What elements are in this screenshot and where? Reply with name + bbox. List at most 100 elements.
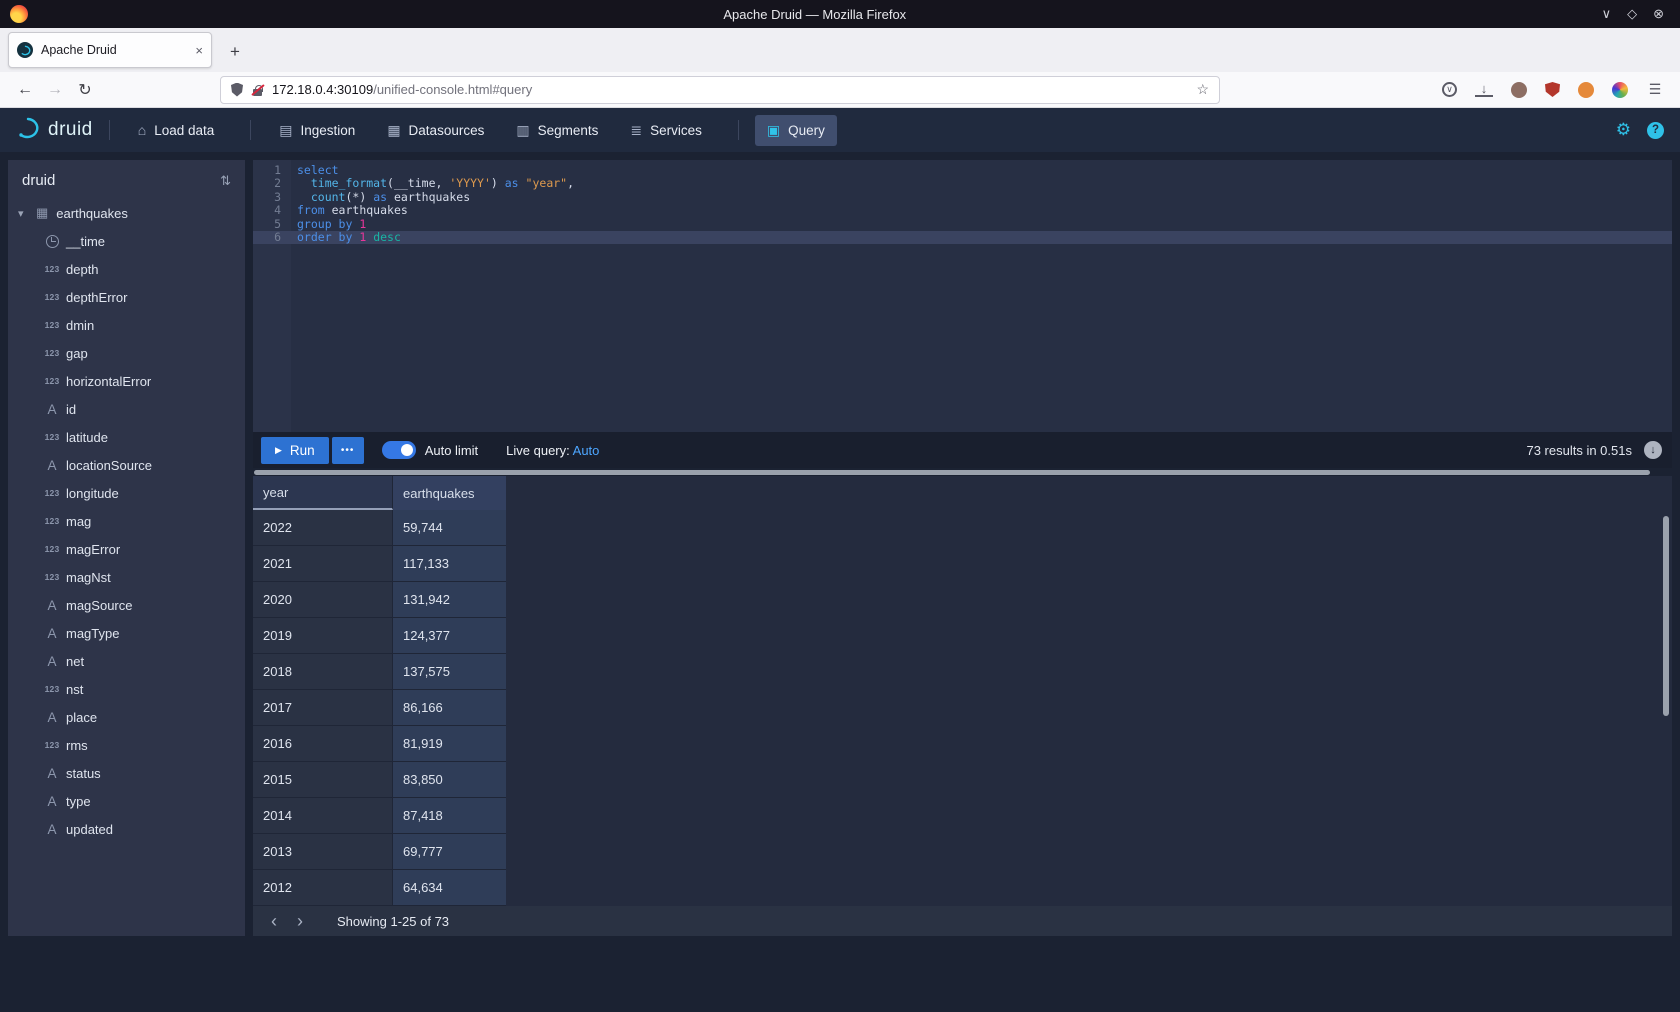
column-item[interactable]: nst: [8, 675, 245, 703]
cell-earthquakes[interactable]: 86,166: [393, 690, 506, 726]
settings-gear-icon[interactable]: ⚙: [1616, 120, 1631, 140]
column-item[interactable]: gap: [8, 339, 245, 367]
tracking-protection-shield-icon[interactable]: [231, 83, 243, 97]
run-more-button[interactable]: •••: [332, 437, 364, 464]
column-item[interactable]: latitude: [8, 423, 245, 451]
code-line[interactable]: 6order by 1 desc: [253, 231, 1672, 244]
column-item[interactable]: type: [8, 787, 245, 815]
cell-year[interactable]: 2016: [253, 726, 393, 762]
code-line[interactable]: 2 time_format(__time, 'YYYY') as "year",: [253, 177, 1672, 190]
cell-year[interactable]: 2018: [253, 654, 393, 690]
run-button[interactable]: ▶ Run: [261, 437, 329, 464]
reload-button[interactable]: ↻: [70, 80, 100, 100]
browser-tab[interactable]: Apache Druid ×: [8, 32, 212, 68]
cell-year[interactable]: 2012: [253, 870, 393, 906]
column-item[interactable]: magError: [8, 535, 245, 563]
cell-year[interactable]: 2015: [253, 762, 393, 798]
window-maximize-button[interactable]: ◇: [1627, 6, 1637, 22]
auto-limit-toggle[interactable]: [382, 441, 416, 459]
column-item[interactable]: magType: [8, 619, 245, 647]
column-name: nst: [66, 682, 83, 697]
column-type-icon: [40, 479, 64, 507]
vertical-scrollbar[interactable]: [1663, 516, 1669, 716]
datasource-name: earthquakes: [56, 206, 128, 221]
datasource-item[interactable]: ▾ ▦ earthquakes: [8, 199, 245, 227]
cell-year[interactable]: 2021: [253, 546, 393, 582]
column-item[interactable]: magSource: [8, 591, 245, 619]
cell-earthquakes[interactable]: 117,133: [393, 546, 506, 582]
window-minimize-button[interactable]: ∨: [1602, 6, 1612, 22]
cell-earthquakes[interactable]: 64,634: [393, 870, 506, 906]
cell-earthquakes[interactable]: 69,777: [393, 834, 506, 870]
download-results-icon[interactable]: ↓: [1644, 441, 1662, 459]
cell-year[interactable]: 2019: [253, 618, 393, 654]
nav-load-data[interactable]: ⌂ Load data: [126, 115, 227, 145]
help-icon[interactable]: ?: [1647, 122, 1664, 139]
url-bar[interactable]: 172.18.0.4:30109/unified-console.html#qu…: [220, 76, 1220, 104]
next-page-button[interactable]: ›: [287, 908, 313, 934]
cell-year[interactable]: 2020: [253, 582, 393, 618]
code-line[interactable]: 5group by 1: [253, 218, 1672, 231]
cell-earthquakes[interactable]: 59,744: [393, 510, 506, 546]
ublock-extension-icon[interactable]: [1545, 82, 1560, 97]
nav-ingestion[interactable]: ▤ Ingestion: [267, 115, 367, 146]
code-line[interactable]: 3 count(*) as earthquakes: [253, 191, 1672, 204]
column-item[interactable]: dmin: [8, 311, 245, 339]
column-item[interactable]: depthError: [8, 283, 245, 311]
scrollbar-thumb[interactable]: [254, 470, 1650, 475]
column-header-earthquakes[interactable]: earthquakes: [393, 476, 506, 510]
druid-logo[interactable]: druid: [16, 116, 93, 145]
column-name: depthError: [66, 290, 127, 305]
nav-query[interactable]: ▣ Query: [755, 115, 837, 146]
cell-earthquakes[interactable]: 83,850: [393, 762, 506, 798]
column-type-icon: [40, 367, 64, 395]
menu-icon[interactable]: ☰: [1646, 81, 1664, 99]
horizontal-scrollbar[interactable]: [253, 468, 1672, 476]
cell-earthquakes[interactable]: 137,575: [393, 654, 506, 690]
back-button[interactable]: ←: [10, 81, 40, 99]
column-item[interactable]: id: [8, 395, 245, 423]
column-item[interactable]: rms: [8, 731, 245, 759]
sort-columns-icon[interactable]: ⇅: [220, 173, 231, 189]
cell-earthquakes[interactable]: 124,377: [393, 618, 506, 654]
extension-avatar-icon[interactable]: [1511, 82, 1527, 98]
column-item[interactable]: depth: [8, 255, 245, 283]
query-editor[interactable]: 1select2 time_format(__time, 'YYYY') as …: [253, 160, 1672, 432]
live-query-value[interactable]: Auto: [573, 443, 600, 458]
prev-page-button[interactable]: ‹: [261, 908, 287, 934]
column-item[interactable]: longitude: [8, 479, 245, 507]
column-item[interactable]: updated: [8, 815, 245, 843]
cell-year[interactable]: 2017: [253, 690, 393, 726]
column-header-year[interactable]: year: [253, 476, 393, 510]
firefox-logo-icon: [10, 5, 28, 23]
column-item[interactable]: net: [8, 647, 245, 675]
cell-earthquakes[interactable]: 81,919: [393, 726, 506, 762]
code-line[interactable]: 4from earthquakes: [253, 204, 1672, 217]
pinwheel-extension-icon[interactable]: [1612, 82, 1628, 98]
column-item[interactable]: horizontalError: [8, 367, 245, 395]
column-item[interactable]: __time: [8, 227, 245, 255]
code-line[interactable]: 1select: [253, 164, 1672, 177]
column-item[interactable]: locationSource: [8, 451, 245, 479]
nav-services[interactable]: ≣ Services: [618, 115, 714, 146]
cell-earthquakes[interactable]: 131,942: [393, 582, 506, 618]
column-item[interactable]: magNst: [8, 563, 245, 591]
nav-datasources[interactable]: ▦ Datasources: [375, 115, 496, 146]
nav-segments[interactable]: ▥ Segments: [504, 115, 610, 146]
insecure-lock-icon[interactable]: [251, 83, 264, 97]
cell-year[interactable]: 2022: [253, 510, 393, 546]
column-item[interactable]: mag: [8, 507, 245, 535]
cell-year[interactable]: 2014: [253, 798, 393, 834]
forward-button[interactable]: →: [40, 81, 70, 99]
bookmark-star-icon[interactable]: ☆: [1196, 81, 1209, 98]
pocket-icon[interactable]: ∨: [1442, 82, 1457, 97]
new-tab-button[interactable]: +: [220, 37, 250, 67]
downloads-icon[interactable]: ↓: [1475, 82, 1493, 97]
cell-earthquakes[interactable]: 87,418: [393, 798, 506, 834]
window-close-button[interactable]: ⊗: [1653, 6, 1664, 22]
column-item[interactable]: place: [8, 703, 245, 731]
column-item[interactable]: status: [8, 759, 245, 787]
cell-year[interactable]: 2013: [253, 834, 393, 870]
tab-close-icon[interactable]: ×: [195, 43, 203, 58]
profile-avatar-icon[interactable]: [1578, 82, 1594, 98]
